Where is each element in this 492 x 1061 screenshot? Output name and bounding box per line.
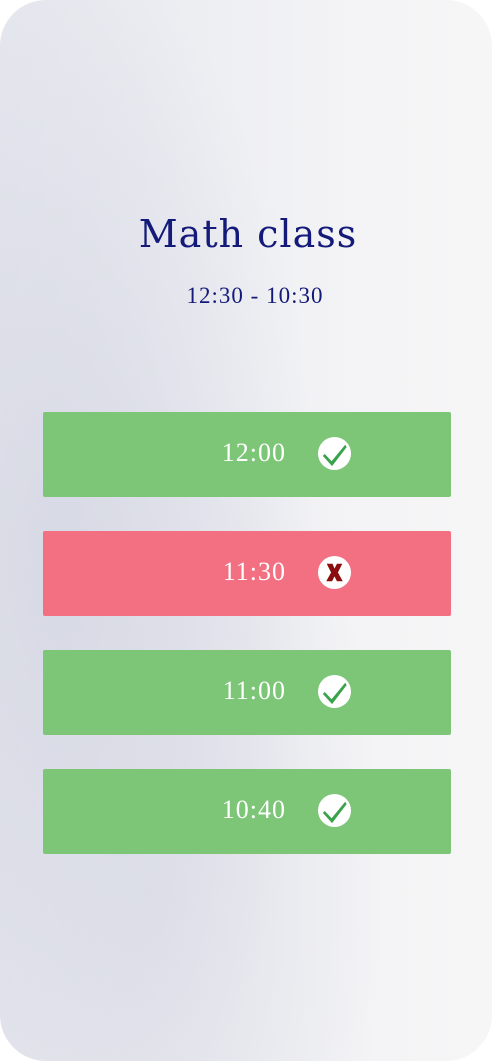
row-time: 10:40 [221, 795, 286, 824]
time-range: 12:30 - 10:30 [186, 283, 324, 308]
check-circle-icon [317, 674, 352, 709]
page-title: Math class [138, 212, 358, 256]
check-circle-icon [317, 793, 352, 828]
row-time: 11:30 [222, 557, 286, 586]
attendance-row[interactable]: 12:00 [43, 412, 451, 497]
row-time: 11:00 [222, 676, 286, 705]
check-circle-icon [317, 436, 352, 471]
attendance-row[interactable]: 11:00 [43, 650, 451, 735]
attendance-row[interactable]: 10:40 [43, 769, 451, 854]
attendance-row[interactable]: 11:30 [43, 531, 451, 616]
cross-circle-icon [317, 555, 352, 590]
row-time: 12:00 [221, 438, 286, 467]
screen: Math class 12:30 - 10:30 12:00 11:30 11: [0, 0, 492, 1061]
attendance-list: 12:00 11:30 11:00 10:40 [43, 412, 451, 888]
